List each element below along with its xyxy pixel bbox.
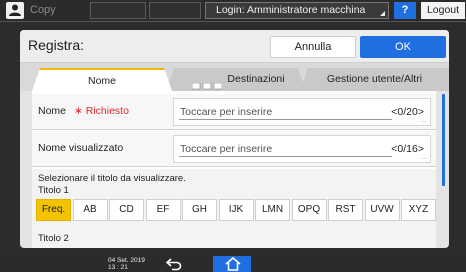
tab-label: Nome bbox=[87, 75, 116, 87]
title-key-xyz[interactable]: XYZ bbox=[401, 199, 436, 221]
tab-user-management[interactable]: Gestione utente/Altri bbox=[300, 68, 449, 91]
title-key-rst[interactable]: RST bbox=[328, 199, 363, 221]
name-field-label: Nome ∗ Richiesto bbox=[38, 105, 129, 117]
top-status-bar: Copy Login: Amministratore macchina ? Lo… bbox=[0, 0, 466, 22]
date-time: 04 Set. 2019 13 : 21 bbox=[108, 257, 145, 271]
dialog-title: Registra: bbox=[28, 37, 85, 53]
date-label: 04 Set. 2019 bbox=[108, 257, 145, 264]
display-name-input[interactable]: Toccare per inserire <0/16> . . . bbox=[173, 135, 431, 163]
expand-corner-icon bbox=[380, 11, 385, 16]
register-dialog: Registra: Annulla OK Gestione utente/Alt… bbox=[20, 30, 449, 248]
home-button[interactable] bbox=[213, 256, 251, 272]
title-key-ab[interactable]: AB bbox=[72, 199, 108, 221]
input-underline bbox=[179, 156, 392, 157]
name-char-counter: <0/20> bbox=[391, 106, 424, 118]
title-key-freq[interactable]: Freq. bbox=[36, 199, 71, 221]
bottom-bar: 04 Set. 2019 13 : 21 bbox=[0, 256, 466, 272]
tab-name[interactable]: Nome bbox=[32, 68, 172, 91]
time-label: 13 : 21 bbox=[108, 264, 128, 271]
title-key-gh[interactable]: GH bbox=[182, 199, 217, 221]
tab-bar: Gestione utente/Altri Destinazioni Nome bbox=[20, 63, 449, 91]
help-button[interactable]: ? bbox=[394, 2, 416, 19]
tab-label: Destinazioni bbox=[227, 73, 285, 85]
name-input[interactable]: Toccare per inserire <0/20> . . . bbox=[173, 98, 431, 126]
display-name-placeholder: Toccare per inserire bbox=[180, 143, 273, 155]
app-name: Copy bbox=[30, 4, 56, 16]
title-hint: Selezionare il titolo da visualizzare. bbox=[38, 173, 186, 184]
login-status[interactable]: Login: Amministratore macchina bbox=[205, 2, 389, 19]
cancel-button[interactable]: Annulla bbox=[270, 36, 356, 58]
display-name-field-row: Nome visualizzato Toccare per inserire <… bbox=[32, 131, 436, 167]
scrollbar[interactable] bbox=[442, 94, 445, 186]
title-key-uvw[interactable]: UVW bbox=[364, 199, 400, 221]
required-label: ∗ Richiesto bbox=[74, 105, 129, 117]
name-field-row: Nome ∗ Richiesto Toccare per inserire <0/… bbox=[32, 94, 436, 130]
logout-button[interactable]: Logout bbox=[421, 2, 465, 19]
name-placeholder: Toccare per inserire bbox=[180, 106, 273, 118]
title-key-cd[interactable]: CD bbox=[109, 199, 144, 221]
tab-label: Gestione utente/Altri bbox=[326, 73, 423, 85]
input-underline bbox=[179, 119, 392, 120]
title-selection-section: Selezionare il titolo da visualizzare. T… bbox=[32, 169, 436, 248]
title-key-ijk[interactable]: IJK bbox=[218, 199, 254, 221]
user-icon[interactable] bbox=[6, 2, 24, 19]
title-key-opq[interactable]: OPQ bbox=[291, 199, 327, 221]
display-name-char-counter: <0/16> bbox=[391, 143, 424, 155]
title1-key-row: Freq. AB CD EF GH IJK LMN OPQ RST UVW XY… bbox=[36, 199, 438, 221]
status-slot bbox=[149, 2, 201, 19]
title-key-lmn[interactable]: LMN bbox=[255, 199, 290, 221]
status-slot bbox=[90, 2, 146, 19]
tab-destinations[interactable]: Destinazioni bbox=[166, 68, 306, 91]
home-icon bbox=[225, 257, 241, 271]
back-icon[interactable] bbox=[165, 256, 185, 272]
ok-button[interactable]: OK bbox=[360, 36, 446, 58]
more-dots-icon: . . . bbox=[421, 154, 427, 161]
dialog-header: Registra: Annulla OK bbox=[20, 30, 449, 63]
more-dots-icon: . . . bbox=[421, 117, 427, 124]
login-label: Login: Amministratore macchina bbox=[216, 4, 366, 16]
title-key-ef[interactable]: EF bbox=[145, 199, 181, 221]
display-name-label: Nome visualizzato bbox=[38, 142, 124, 154]
title1-label: Titolo 1 bbox=[38, 185, 69, 196]
tab-content: Nome ∗ Richiesto Toccare per inserire <0/… bbox=[32, 91, 436, 248]
name-label: Nome bbox=[38, 105, 67, 117]
title2-label: Titolo 2 bbox=[38, 233, 69, 244]
